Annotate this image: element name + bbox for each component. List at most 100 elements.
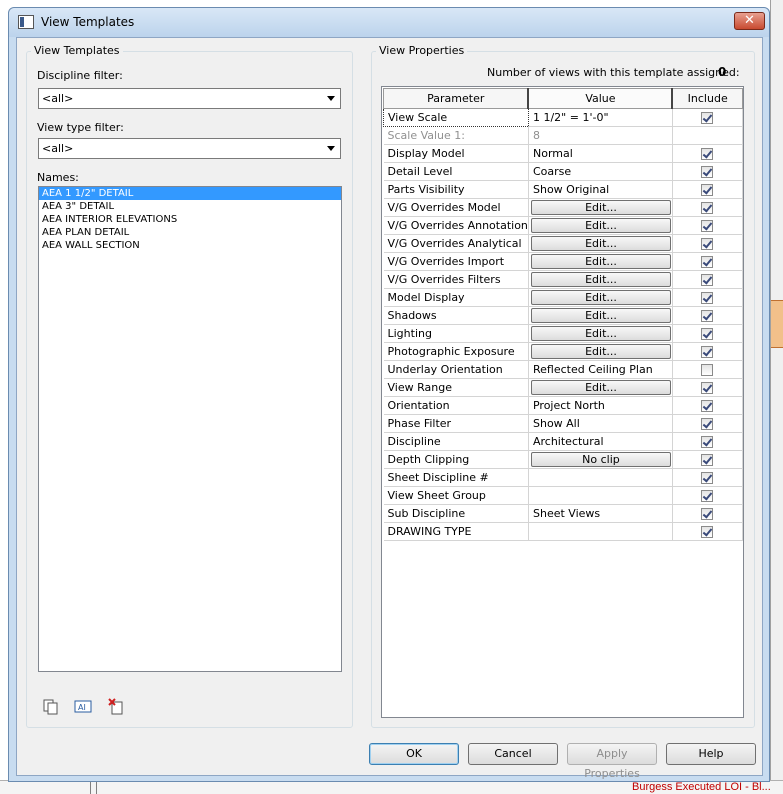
include-checkbox[interactable]: [701, 490, 714, 502]
rename-icon[interactable]: AI: [74, 698, 92, 716]
value-cell[interactable]: 8: [528, 126, 673, 145]
table-row[interactable]: View Scale 1 1/2" = 1'-0": [383, 108, 744, 127]
edit-button[interactable]: Edit...: [530, 344, 671, 359]
table-row[interactable]: Orientation Project North: [383, 396, 744, 415]
ok-button[interactable]: OK: [369, 743, 459, 765]
include-checkbox[interactable]: [701, 274, 714, 286]
include-cell: [672, 324, 744, 343]
list-item[interactable]: AEA 3" DETAIL: [39, 200, 341, 213]
view-templates-group-title: View Templates: [31, 44, 123, 57]
close-button[interactable]: ✕: [734, 12, 765, 30]
value-cell[interactable]: Show All: [528, 414, 673, 433]
cancel-button[interactable]: Cancel: [468, 743, 558, 765]
edit-button[interactable]: Edit...: [530, 200, 671, 215]
include-checkbox[interactable]: [701, 508, 714, 520]
value-cell: Edit...: [528, 342, 673, 361]
column-header-parameter[interactable]: Parameter: [383, 88, 529, 109]
value-cell[interactable]: [528, 522, 673, 541]
edit-button[interactable]: Edit...: [530, 380, 671, 395]
value-cell[interactable]: Sheet Views: [528, 504, 673, 523]
column-header-value[interactable]: Value: [527, 88, 674, 109]
include-checkbox[interactable]: [701, 472, 714, 484]
table-row[interactable]: Phase Filter Show All: [383, 414, 744, 433]
value-cell[interactable]: Normal: [528, 144, 673, 163]
background-taskbar-item[interactable]: Burgess Executed LOI - Bl...: [632, 781, 771, 793]
table-row[interactable]: V/G Overrides Analytical Edit...: [383, 234, 744, 253]
include-checkbox[interactable]: [701, 328, 714, 340]
include-checkbox[interactable]: [701, 364, 714, 376]
value-cell: Edit...: [528, 198, 673, 217]
help-button[interactable]: Help: [666, 743, 756, 765]
include-checkbox[interactable]: [701, 292, 714, 304]
table-row[interactable]: Shadows Edit...: [383, 306, 744, 325]
view-type-filter-select[interactable]: <all>: [38, 138, 341, 159]
include-checkbox[interactable]: [701, 436, 714, 448]
table-row[interactable]: Model Display Edit...: [383, 288, 744, 307]
value-cell[interactable]: Reflected Ceiling Plan: [528, 360, 673, 379]
table-row[interactable]: View Range Edit...: [383, 378, 744, 397]
edit-button[interactable]: Edit...: [530, 308, 671, 323]
value-cell[interactable]: [528, 486, 673, 505]
value-cell[interactable]: Coarse: [528, 162, 673, 181]
include-checkbox[interactable]: [701, 184, 714, 196]
value-cell[interactable]: 1 1/2" = 1'-0": [528, 108, 673, 127]
table-row[interactable]: Underlay Orientation Reflected Ceiling Pl…: [383, 360, 744, 379]
value-cell[interactable]: Project North: [528, 396, 673, 415]
table-row[interactable]: Depth Clipping No clip: [383, 450, 744, 469]
include-checkbox[interactable]: [701, 112, 714, 124]
value-cell: Edit...: [528, 270, 673, 289]
table-row[interactable]: V/G Overrides Import Edit...: [383, 252, 744, 271]
table-row[interactable]: Scale Value 1: 8: [383, 126, 744, 145]
value-cell[interactable]: Show Original: [528, 180, 673, 199]
column-header-include[interactable]: Include: [671, 88, 744, 109]
list-item[interactable]: AEA INTERIOR ELEVATIONS: [39, 213, 341, 226]
table-row[interactable]: Parts Visibility Show Original: [383, 180, 744, 199]
duplicate-icon[interactable]: [42, 698, 60, 716]
include-checkbox[interactable]: [701, 418, 714, 430]
title-bar[interactable]: View Templates ✕: [9, 8, 769, 37]
table-row[interactable]: Lighting Edit...: [383, 324, 744, 343]
include-checkbox[interactable]: [701, 220, 714, 232]
table-row[interactable]: V/G Overrides Filters Edit...: [383, 270, 744, 289]
edit-button[interactable]: Edit...: [530, 236, 671, 251]
include-checkbox[interactable]: [701, 526, 714, 538]
edit-button[interactable]: Edit...: [530, 254, 671, 269]
include-checkbox[interactable]: [701, 400, 714, 412]
table-row[interactable]: Sheet Discipline #: [383, 468, 744, 487]
include-checkbox[interactable]: [701, 202, 714, 214]
include-checkbox[interactable]: [701, 256, 714, 268]
table-row[interactable]: View Sheet Group: [383, 486, 744, 505]
table-row[interactable]: Photographic Exposure Edit...: [383, 342, 744, 361]
include-checkbox[interactable]: [701, 166, 714, 178]
table-row[interactable]: DRAWING TYPE: [383, 522, 744, 541]
table-row[interactable]: Discipline Architectural: [383, 432, 744, 451]
table-row[interactable]: Display Model Normal: [383, 144, 744, 163]
edit-button[interactable]: No clip: [530, 452, 671, 467]
names-list[interactable]: AEA 1 1/2" DETAIL AEA 3" DETAIL AEA INTE…: [38, 186, 342, 672]
table-row[interactable]: Sub Discipline Sheet Views: [383, 504, 744, 523]
value-cell[interactable]: Architectural: [528, 432, 673, 451]
include-checkbox[interactable]: [701, 382, 714, 394]
edit-button[interactable]: Edit...: [530, 218, 671, 233]
apply-properties-button[interactable]: Apply Properties: [567, 743, 657, 780]
include-checkbox[interactable]: [701, 346, 714, 358]
include-checkbox[interactable]: [701, 310, 714, 322]
delete-icon[interactable]: [107, 698, 125, 716]
include-checkbox[interactable]: [701, 148, 714, 160]
include-cell: [672, 216, 744, 235]
discipline-filter-select[interactable]: <all>: [38, 88, 341, 109]
list-item[interactable]: AEA 1 1/2" DETAIL: [39, 187, 341, 200]
table-row[interactable]: Detail Level Coarse: [383, 162, 744, 181]
parameter-cell: V/G Overrides Model: [383, 198, 529, 217]
value-cell[interactable]: [528, 468, 673, 487]
window-title: View Templates: [41, 15, 135, 29]
list-item[interactable]: AEA WALL SECTION: [39, 239, 341, 252]
edit-button[interactable]: Edit...: [530, 326, 671, 341]
table-row[interactable]: V/G Overrides Annotation Edit...: [383, 216, 744, 235]
table-row[interactable]: V/G Overrides Model Edit...: [383, 198, 744, 217]
include-checkbox[interactable]: [701, 238, 714, 250]
edit-button[interactable]: Edit...: [530, 290, 671, 305]
list-item[interactable]: AEA PLAN DETAIL: [39, 226, 341, 239]
include-checkbox[interactable]: [701, 454, 714, 466]
edit-button[interactable]: Edit...: [530, 272, 671, 287]
